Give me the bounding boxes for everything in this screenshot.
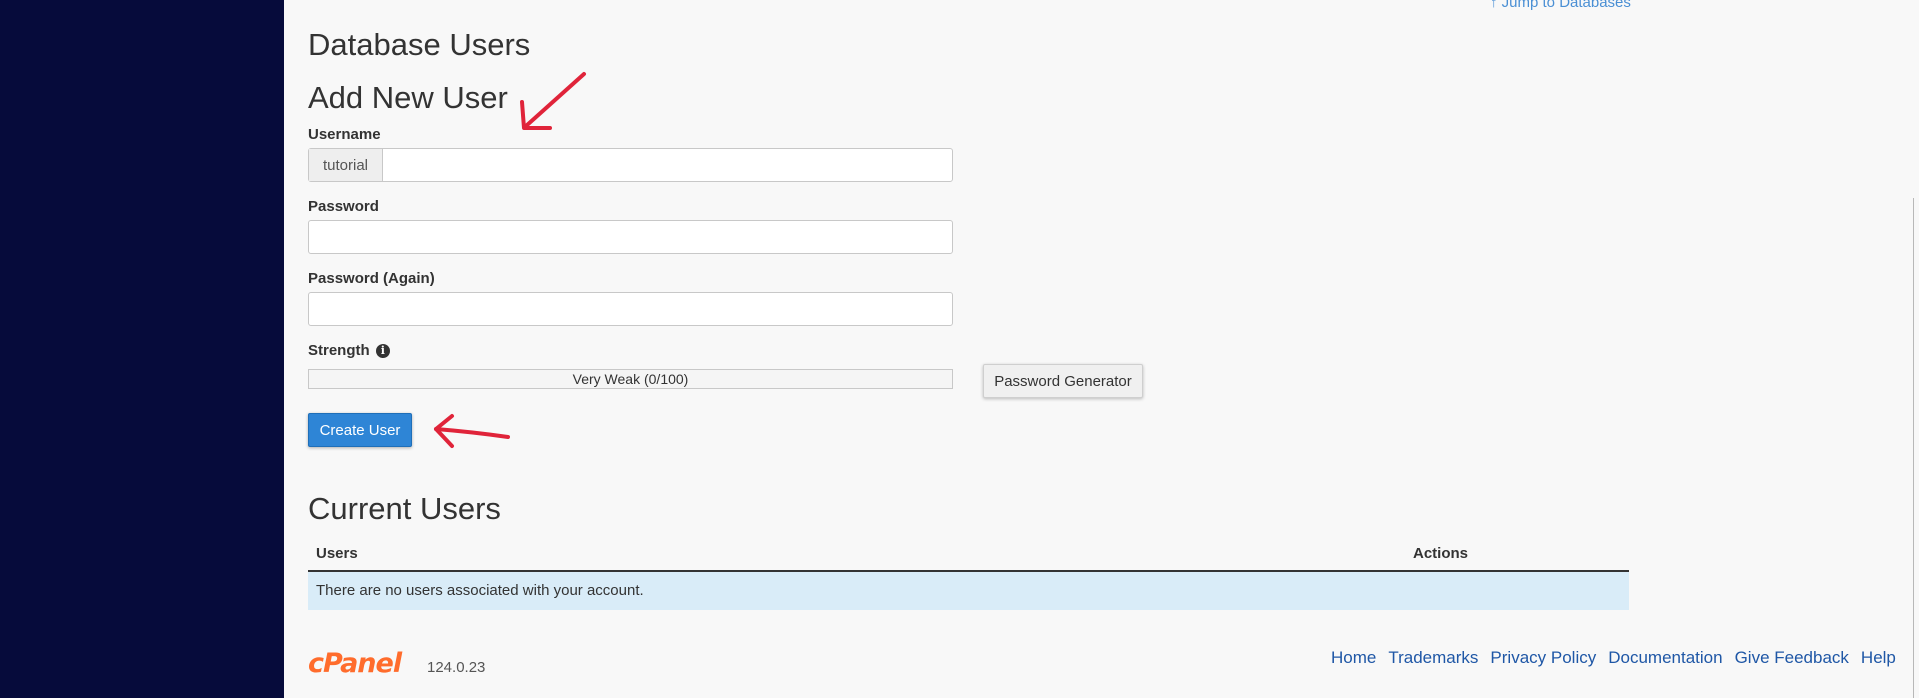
table-row: There are no users associated with your … — [308, 572, 1629, 610]
current-users-heading: Current Users — [308, 491, 501, 526]
password-generator-button[interactable]: Password Generator — [983, 364, 1143, 398]
info-icon[interactable]: i — [375, 344, 390, 358]
jump-to-databases-link[interactable]: ↑ Jump to Databases — [1490, 0, 1631, 11]
username-label: Username — [308, 126, 381, 143]
sidebar — [0, 0, 284, 698]
column-header-actions: Actions — [1413, 545, 1469, 562]
column-header-users[interactable]: Users — [316, 545, 358, 562]
footer-link-home[interactable]: Home — [1331, 648, 1376, 668]
red-arrow-icon — [434, 414, 510, 448]
footer-link-privacy-policy[interactable]: Privacy Policy — [1490, 648, 1596, 668]
footer-links: Home Trademarks Privacy Policy Documenta… — [1331, 648, 1896, 668]
users-table: Users Actions There are no users associa… — [308, 538, 1629, 610]
create-user-button[interactable]: Create User — [308, 413, 412, 447]
page-title: Database Users — [308, 27, 531, 62]
username-input[interactable] — [383, 149, 952, 181]
strength-row: Strength i — [308, 342, 390, 359]
strength-label: Strength — [308, 342, 370, 359]
scrollbar[interactable] — [1913, 198, 1914, 698]
username-prefix: tutorial — [309, 149, 383, 181]
password-input[interactable] — [308, 220, 953, 254]
footer-link-trademarks[interactable]: Trademarks — [1388, 648, 1478, 668]
footer-link-give-feedback[interactable]: Give Feedback — [1735, 648, 1849, 668]
password-again-input[interactable] — [308, 292, 953, 326]
password-label: Password — [308, 198, 379, 215]
footer-link-documentation[interactable]: Documentation — [1608, 648, 1722, 668]
empty-message: There are no users associated with your … — [316, 582, 644, 599]
version-text: 124.0.23 — [427, 659, 486, 676]
footer-link-help[interactable]: Help — [1861, 648, 1896, 668]
red-arrow-icon — [520, 72, 586, 130]
add-new-user-heading: Add New User — [308, 80, 508, 115]
password-again-label: Password (Again) — [308, 270, 435, 287]
table-header: Users Actions — [308, 538, 1629, 572]
strength-meter: Very Weak (0/100) — [308, 369, 953, 389]
cpanel-logo[interactable]: cPanel — [308, 648, 402, 679]
username-input-group: tutorial — [308, 148, 953, 182]
